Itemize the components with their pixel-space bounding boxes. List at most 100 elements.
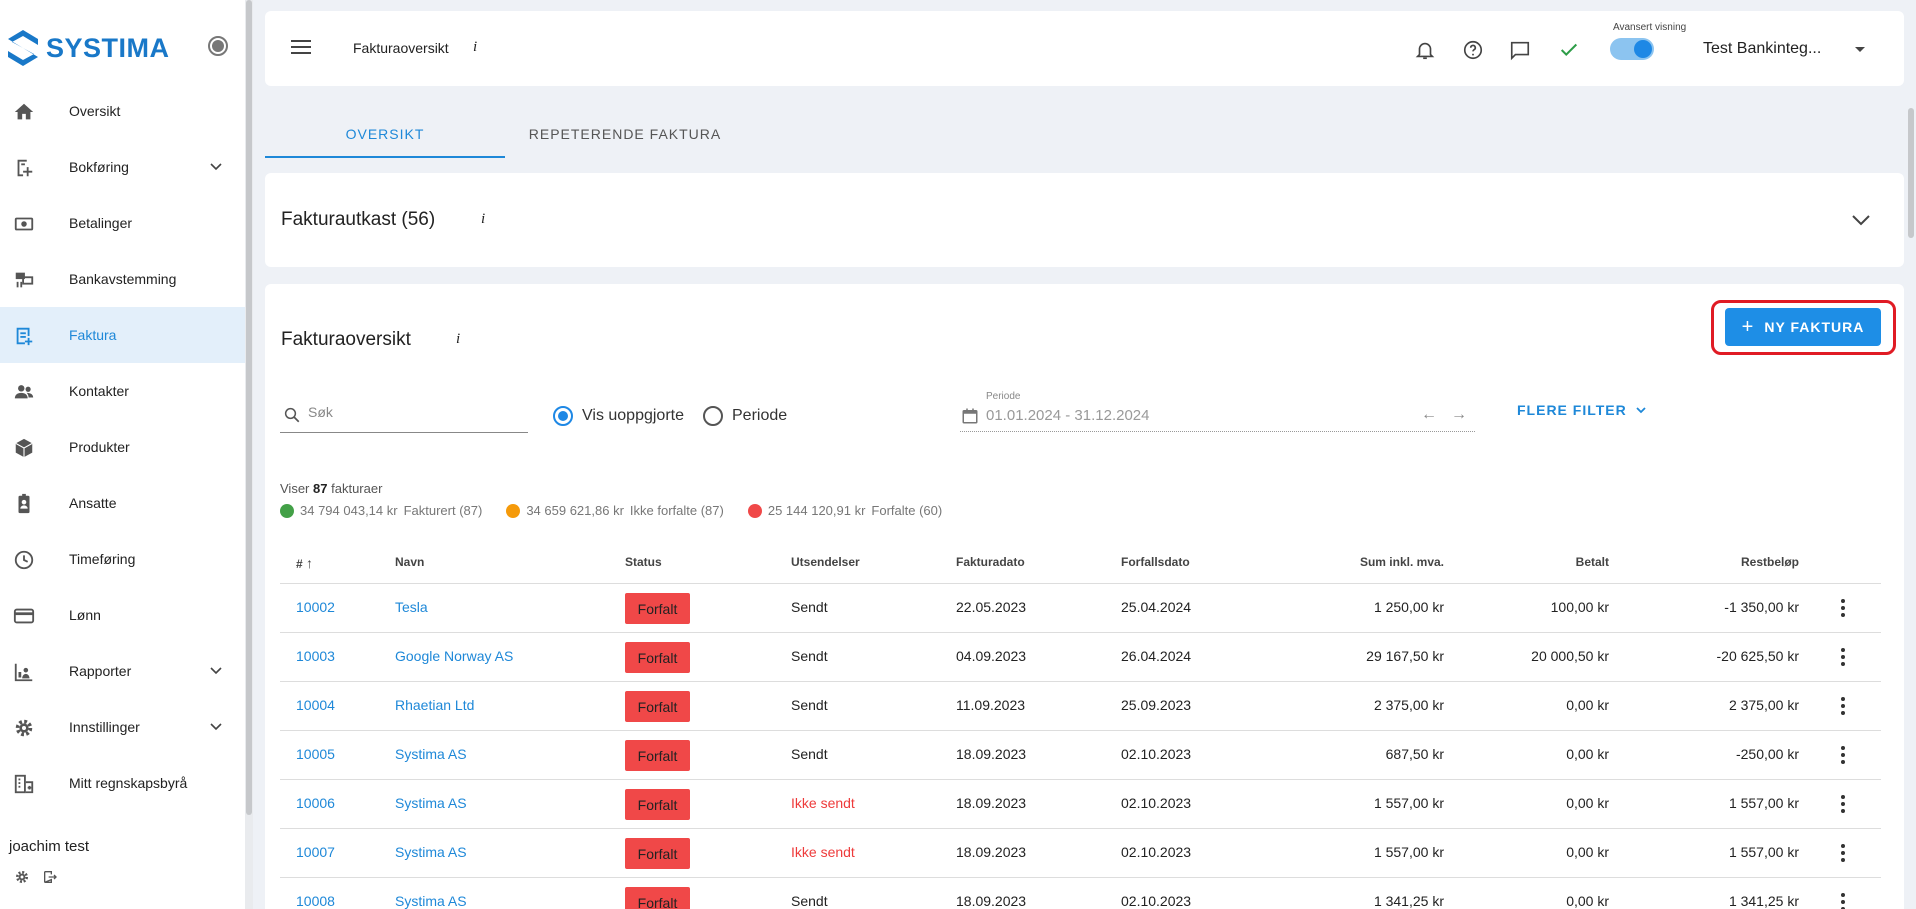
table-row[interactable]: 10003 Google Norway AS Forfalt Sendt 04.09.2… bbox=[280, 633, 1881, 682]
period-field[interactable]: 01.01.2024 - 31.12.2024 ← → bbox=[960, 404, 1475, 432]
more-vert-icon[interactable] bbox=[1841, 893, 1845, 909]
tab-oversikt[interactable]: OVERSIKT bbox=[265, 124, 505, 158]
table-row[interactable]: 10006 Systima AS Forfalt Ikke sendt 18.09.20… bbox=[280, 780, 1881, 829]
sidebar-item-kontakter[interactable]: Kontakter bbox=[0, 363, 245, 419]
rest-amount: 1 557,00 kr bbox=[1728, 795, 1799, 811]
table-row[interactable]: 10005 Systima AS Forfalt Sendt 18.09.2023 02.… bbox=[280, 731, 1881, 780]
customer-name-link[interactable]: Tesla bbox=[395, 599, 428, 615]
invoice-number-link[interactable]: 10004 bbox=[296, 697, 335, 713]
invoice-number-link[interactable]: 10007 bbox=[296, 844, 335, 860]
customer-name-link[interactable]: Systima AS bbox=[395, 844, 467, 860]
sidebar-item-betalinger[interactable]: Betalinger bbox=[0, 195, 245, 251]
paid-amount: 0,00 kr bbox=[1566, 697, 1609, 713]
info-icon[interactable]: i bbox=[473, 39, 477, 56]
checkmark-icon[interactable] bbox=[1558, 39, 1580, 61]
radio-periode[interactable]: Periode bbox=[703, 406, 787, 426]
search-icon bbox=[284, 407, 300, 423]
search-input[interactable] bbox=[308, 404, 518, 420]
radio-vis-uoppgjorte[interactable]: Vis uoppgjorte bbox=[553, 406, 684, 426]
invoice-number-link[interactable]: 10002 bbox=[296, 599, 335, 615]
customer-name-link[interactable]: Systima AS bbox=[395, 893, 467, 909]
customer-name-link[interactable]: Rhaetian Ltd bbox=[395, 697, 474, 713]
more-vert-icon[interactable] bbox=[1841, 648, 1845, 666]
invoice-number-link[interactable]: 10006 bbox=[296, 795, 335, 811]
sidebar-item-bankavstemming[interactable]: Bankavstemming bbox=[0, 251, 245, 307]
stat-invoiced: 34 794 043,14 kr Fakturert (87) bbox=[280, 503, 482, 518]
sidebar-item-mitt-regnskapsbyra[interactable]: Mitt regnskapsbyrå bbox=[0, 755, 245, 811]
invoice-number-link[interactable]: 10003 bbox=[296, 648, 335, 664]
chat-icon[interactable] bbox=[1509, 39, 1531, 61]
table-row[interactable]: 10008 Systima AS Forfalt Sendt 18.09.2023 02.… bbox=[280, 878, 1881, 909]
sidebar-item-rapporter[interactable]: Rapporter bbox=[0, 643, 245, 699]
more-vert-icon[interactable] bbox=[1841, 844, 1845, 862]
employees-icon bbox=[18, 493, 30, 514]
sidebar-item-bokforing[interactable]: Bokføring bbox=[0, 139, 245, 195]
customer-name-link[interactable]: Google Norway AS bbox=[395, 648, 513, 664]
caret-down-icon[interactable] bbox=[1855, 47, 1865, 52]
column-header-paid[interactable]: Betalt bbox=[1409, 555, 1609, 569]
info-icon[interactable]: i bbox=[481, 211, 485, 228]
search-field[interactable] bbox=[280, 398, 528, 433]
logo[interactable]: SYSTIMA bbox=[6, 28, 170, 68]
table-row[interactable]: 10002 Tesla Forfalt Sendt 22.05.2023 25.04.20… bbox=[280, 584, 1881, 633]
chevron-down-icon[interactable] bbox=[208, 159, 224, 175]
more-filters-button[interactable]: FLERE FILTER bbox=[1517, 402, 1647, 418]
red-dot-icon bbox=[747, 503, 762, 518]
logout-icon[interactable] bbox=[42, 869, 58, 885]
invoice-date: 04.09.2023 bbox=[956, 648, 1027, 664]
stat-overdue: 25 144 120,91 kr Forfalte (60) bbox=[747, 503, 942, 518]
more-vert-icon[interactable] bbox=[1841, 599, 1845, 617]
sidebar-item-faktura[interactable]: Faktura bbox=[0, 307, 245, 363]
table-row[interactable]: 10007 Systima AS Forfalt Ikke sendt 18.09.20… bbox=[280, 829, 1881, 878]
due-date: 26.04.2024 bbox=[1121, 648, 1192, 664]
tab-repeterende-faktura[interactable]: REPETERENDE FAKTURA bbox=[505, 124, 745, 158]
more-vert-icon[interactable] bbox=[1841, 697, 1845, 715]
period-value: 01.01.2024 - 31.12.2024 bbox=[986, 407, 1150, 424]
drafts-card[interactable]: Fakturautkast (56) i bbox=[265, 173, 1904, 267]
column-header-sending[interactable]: Utsendelser bbox=[791, 555, 860, 569]
new-invoice-button[interactable]: + NY FAKTURA bbox=[1725, 308, 1881, 346]
column-header-due-date[interactable]: Forfallsdato bbox=[1121, 555, 1190, 569]
info-icon[interactable]: i bbox=[456, 331, 460, 348]
invoice-number-link[interactable]: 10008 bbox=[296, 893, 335, 909]
overview-title: Fakturaoversikt bbox=[281, 329, 411, 350]
column-header-rest[interactable]: Restbeløp bbox=[1599, 555, 1799, 569]
chevron-down-icon[interactable] bbox=[1851, 213, 1871, 227]
sidebar-item-innstillinger[interactable]: Innstillinger bbox=[0, 699, 245, 755]
customer-name-link[interactable]: Systima AS bbox=[395, 795, 467, 811]
invoice-date: 18.09.2023 bbox=[956, 844, 1027, 860]
more-vert-icon[interactable] bbox=[1841, 746, 1845, 764]
arrow-right-icon[interactable]: → bbox=[1451, 406, 1467, 424]
menu-icon[interactable] bbox=[291, 39, 311, 55]
advanced-view-toggle[interactable] bbox=[1610, 38, 1654, 60]
column-header-status[interactable]: Status bbox=[625, 555, 662, 569]
showing-prefix: Viser bbox=[280, 481, 310, 496]
more-vert-icon[interactable] bbox=[1841, 795, 1845, 813]
sidebar-item-label: Rapporter bbox=[69, 663, 132, 679]
sidebar-item-timeforing[interactable]: Timeføring bbox=[0, 531, 245, 587]
sidebar-item-label: Faktura bbox=[69, 327, 117, 343]
column-header-name[interactable]: Navn bbox=[395, 555, 424, 569]
paid-amount: 100,00 kr bbox=[1550, 599, 1609, 615]
user-settings-icon[interactable] bbox=[14, 869, 30, 885]
invoice-number-link[interactable]: 10005 bbox=[296, 746, 335, 762]
sidebar-item-ansatte[interactable]: Ansatte bbox=[0, 475, 245, 531]
help-icon[interactable] bbox=[1462, 39, 1484, 61]
company-selector[interactable]: Test Bankinteg... bbox=[1703, 40, 1821, 58]
theme-toggle-icon[interactable] bbox=[208, 36, 228, 56]
main-scrollbar[interactable] bbox=[1908, 108, 1914, 238]
notification-bell-icon[interactable] bbox=[1414, 39, 1436, 61]
sidebar-item-produkter[interactable]: Produkter bbox=[0, 419, 245, 475]
due-date: 25.04.2024 bbox=[1121, 599, 1192, 615]
chevron-down-icon[interactable] bbox=[208, 719, 224, 735]
customer-name-link[interactable]: Systima AS bbox=[395, 746, 467, 762]
sidebar-item-oversikt[interactable]: Oversikt bbox=[0, 83, 245, 139]
column-header-num[interactable]: # ↑ bbox=[296, 555, 313, 571]
chevron-down-icon[interactable] bbox=[208, 663, 224, 679]
table-row[interactable]: 10004 Rhaetian Ltd Forfalt Sendt 11.09.2023 2… bbox=[280, 682, 1881, 731]
column-header-invoice-date[interactable]: Fakturadato bbox=[956, 555, 1025, 569]
arrow-left-icon[interactable]: ← bbox=[1421, 406, 1437, 424]
sidebar-item-lonn[interactable]: Lønn bbox=[0, 587, 245, 643]
sidebar-scrollbar[interactable] bbox=[245, 0, 253, 909]
sending-status: Sendt bbox=[791, 599, 828, 615]
